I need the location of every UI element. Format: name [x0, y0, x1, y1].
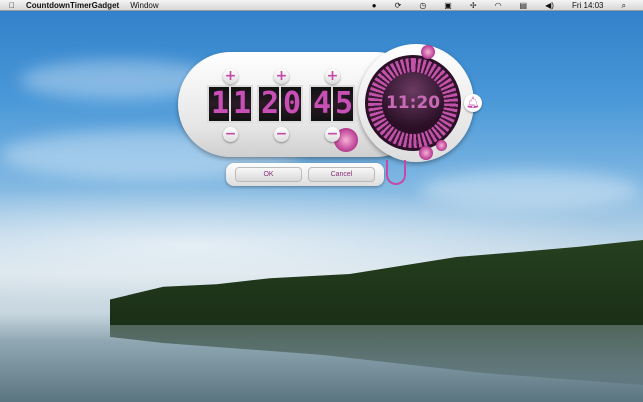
flower-decoration	[419, 146, 433, 160]
seconds-decrement-button[interactable]: −	[325, 127, 340, 142]
seconds-digit: 5	[333, 86, 353, 121]
wifi-icon[interactable]: ◠	[495, 0, 502, 11]
hours-digit: 1	[231, 86, 251, 121]
cancel-button[interactable]: Cancel	[308, 167, 375, 182]
flower-decoration	[436, 140, 447, 151]
apple-icon[interactable]: 	[9, 0, 15, 11]
minutes-display: 2 0	[257, 85, 303, 123]
hours-decrement-button[interactable]: −	[223, 127, 238, 142]
strap-decoration	[386, 160, 406, 185]
minutes-increment-button[interactable]: +	[274, 69, 289, 84]
menu-bar:  CountdownTimerGadget Window ● ⟳ ◷ ▣ ✢ …	[0, 0, 643, 11]
flower-decoration	[421, 45, 435, 59]
app-status-icon[interactable]: ●	[372, 0, 377, 11]
bluetooth-icon[interactable]: ✢	[470, 0, 477, 11]
display-icon[interactable]: ▣	[444, 0, 452, 11]
dial-time-display: 11:20	[382, 72, 444, 134]
volume-icon[interactable]: ◀)	[545, 0, 554, 11]
seconds-display: 4 5	[309, 85, 355, 123]
time-machine-icon[interactable]: ◷	[419, 0, 426, 11]
app-menu[interactable]: CountdownTimerGadget	[26, 0, 119, 11]
spotlight-icon[interactable]: ⌕	[622, 0, 626, 11]
seconds-increment-button[interactable]: +	[325, 69, 340, 84]
minutes-digit: 2	[259, 86, 279, 121]
hours-increment-button[interactable]: +	[223, 69, 238, 84]
clock[interactable]: Fri 14:03	[572, 0, 604, 11]
hours-digit: 1	[209, 86, 229, 121]
minutes-digit: 0	[281, 86, 301, 121]
flag-icon[interactable]: ▤	[520, 0, 528, 11]
minutes-decrement-button[interactable]: −	[274, 127, 289, 142]
ok-button[interactable]: OK	[235, 167, 302, 182]
sync-icon[interactable]: ⟳	[395, 0, 402, 11]
hours-display: 1 1	[207, 85, 253, 123]
lake-reflection	[110, 325, 643, 385]
bell-icon[interactable]: 🔔︎	[464, 94, 482, 112]
seconds-digit: 4	[311, 86, 331, 121]
menu-window[interactable]: Window	[130, 0, 158, 11]
